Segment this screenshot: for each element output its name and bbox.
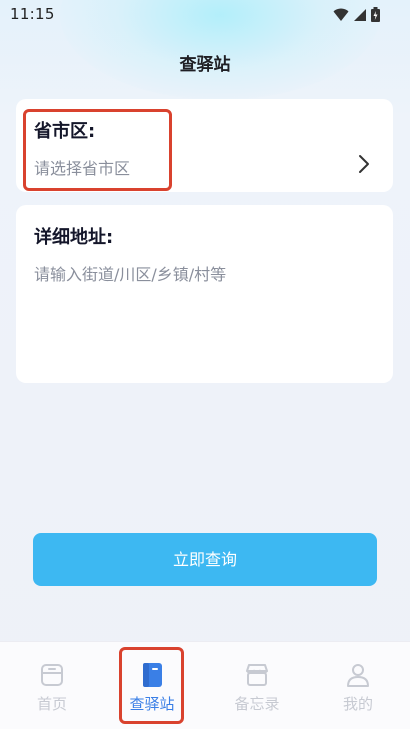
chevron-right-icon (359, 155, 369, 173)
tab-highlight-box (119, 647, 184, 724)
page-title: 查驿站 (179, 55, 231, 75)
wifi-icon (333, 8, 349, 21)
address-input[interactable]: 请输入街道/川区/乡镇/村等 (34, 261, 226, 285)
region-highlight-box (23, 109, 172, 191)
status-time: 11:15 (10, 5, 55, 23)
home-box-icon (41, 664, 63, 686)
tab-mine-label: 我的 (342, 695, 373, 713)
tab-home-label: 首页 (36, 695, 67, 713)
tab-memo-label: 备忘录 (234, 695, 280, 713)
status-bar: 11:15 (0, 0, 410, 28)
bottom-tab-bar: 首页 查驿站 备忘录 我的 (0, 641, 410, 729)
user-icon (347, 664, 369, 687)
address-label: 详细地址: (34, 227, 114, 248)
status-icons (333, 7, 380, 22)
tab-memo[interactable]: 备忘录 (222, 642, 292, 729)
cell-signal-icon (354, 8, 366, 21)
store-icon (246, 664, 268, 686)
query-button[interactable]: 立即查询 (33, 533, 377, 586)
battery-icon (371, 7, 380, 22)
tab-home[interactable]: 首页 (17, 642, 87, 729)
tab-mine[interactable]: 我的 (323, 642, 393, 729)
address-card: 详细地址: 请输入街道/川区/乡镇/村等 (16, 205, 393, 383)
